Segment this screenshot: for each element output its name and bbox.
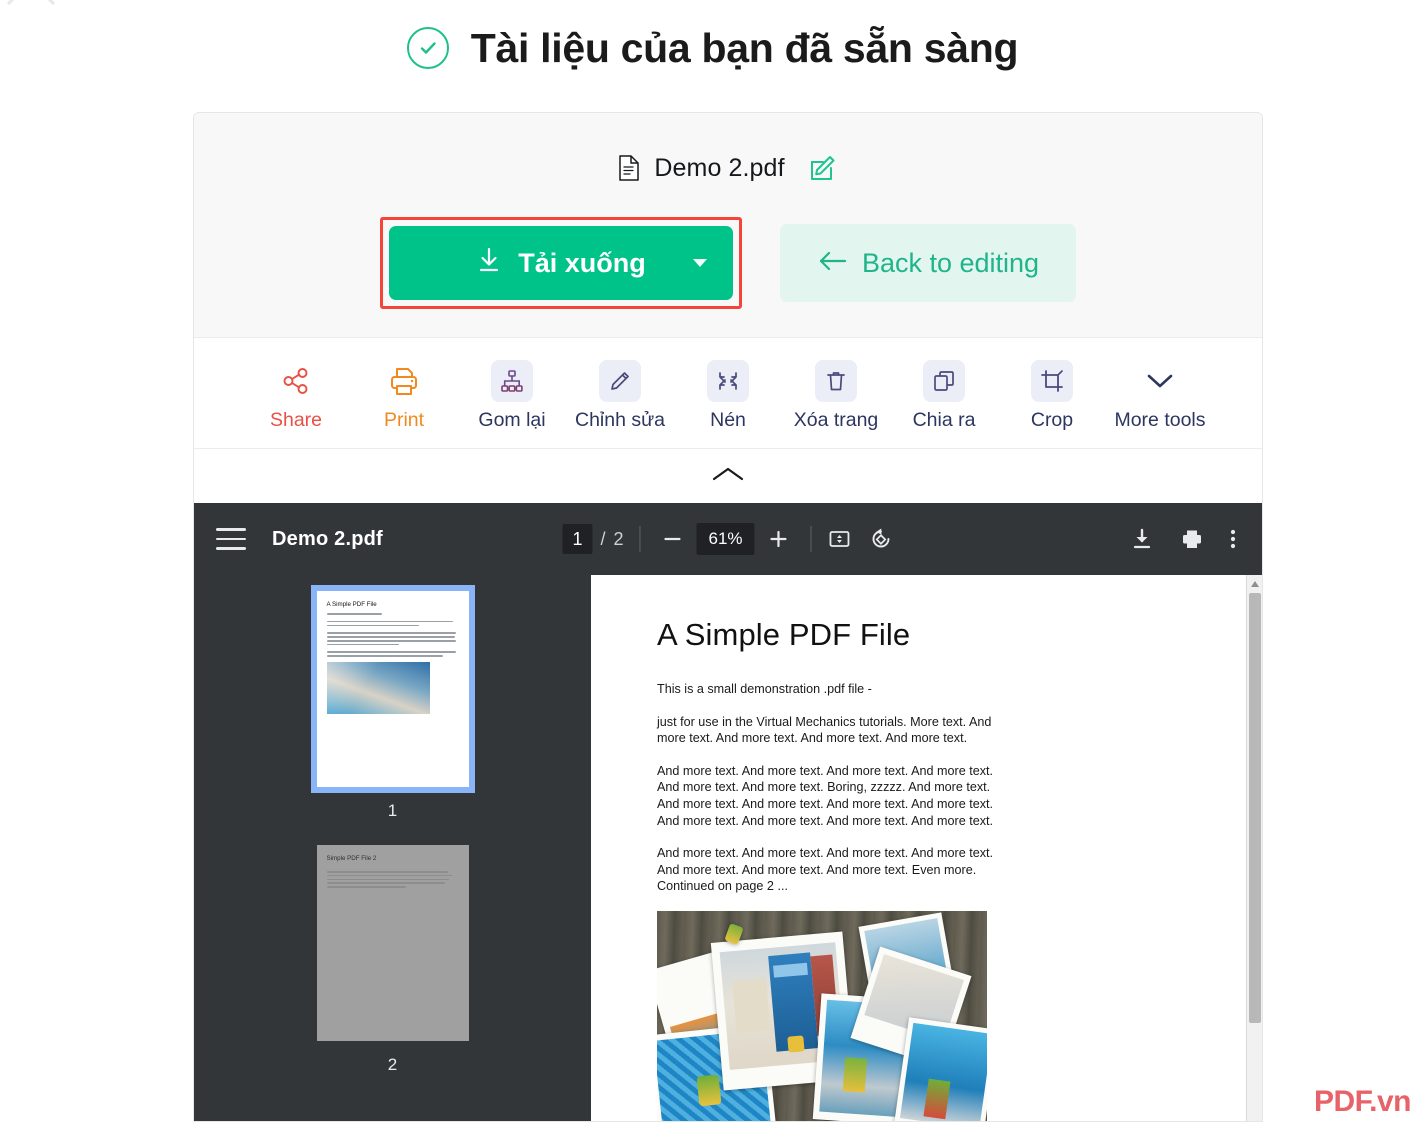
tool-label: Print — [383, 409, 425, 431]
thumbnail-title: A Simple PDF File — [326, 601, 377, 608]
thumbnail-pane[interactable]: A Simple PDF File 1 Simple PDF File 2 2 — [194, 575, 591, 1121]
watermark: PDF.vn — [1313, 1085, 1412, 1118]
pdf-paragraph: This is a small demonstration .pdf file … — [657, 682, 872, 696]
chevron-up-icon — [711, 465, 745, 488]
download-arrow-icon — [476, 246, 502, 281]
collapse-toggle[interactable] — [194, 449, 1262, 503]
more-vertical-icon[interactable] — [1230, 527, 1236, 551]
page-number-input[interactable]: 1 — [562, 524, 593, 554]
pdf-paragraph: just for use in the Virtual Mechanics tu… — [657, 714, 992, 746]
check-circle-icon — [406, 27, 449, 69]
toolbar-divider — [810, 526, 812, 552]
tool-crop[interactable]: Crop — [998, 356, 1106, 432]
zoom-in-button[interactable] — [763, 523, 795, 555]
tool-label: Xóa trang — [793, 409, 879, 431]
tool-more-tools[interactable]: More tools — [1106, 356, 1214, 432]
thumbnail-photo — [326, 661, 430, 714]
pdf-page-1: A Simple PDF File This is a small demons… — [591, 575, 1262, 1121]
compress-icon — [707, 360, 749, 402]
tool-label: More tools — [1114, 409, 1206, 431]
zoom-level-input[interactable]: 61% — [696, 523, 755, 555]
app-root: Tài liệu của bạn đã sẵn sàng Demo 2.pdf — [0, 0, 1425, 1141]
card-top-section: Demo 2.pdf Tải xuống Back to editing — [194, 113, 1262, 338]
filename-row: Demo 2.pdf — [194, 153, 1262, 183]
page-header: Tài liệu của bạn đã sẵn sàng — [0, 0, 1425, 96]
fit-page-icon[interactable] — [828, 527, 852, 551]
pdf-viewer-toolbar: Demo 2.pdf 1 / 2 61% — [194, 503, 1262, 575]
page-separator: / — [600, 528, 606, 549]
merge-hierarchy-icon — [491, 360, 533, 402]
tool-label: Crop — [1030, 409, 1074, 431]
primary-actions-row: Tải xuống Back to editing — [194, 217, 1262, 309]
tool-label: Gom lại — [478, 409, 546, 431]
chevron-down-icon[interactable] — [693, 259, 707, 267]
rotate-icon[interactable] — [870, 527, 894, 551]
pdf-heading: A Simple PDF File — [657, 617, 911, 652]
pdf-filename: Demo 2.pdf — [272, 527, 383, 550]
zoom-out-button[interactable] — [657, 523, 689, 555]
tool-label: Nén — [710, 409, 746, 431]
download-button[interactable]: Tải xuống — [389, 226, 733, 300]
tool-compress[interactable]: Nén — [674, 356, 782, 432]
document-scrollbar[interactable] — [1246, 575, 1262, 1121]
tool-print[interactable]: Print — [350, 356, 458, 432]
back-to-editing-button[interactable]: Back to editing — [780, 224, 1076, 302]
scroll-up-arrow-icon[interactable] — [1247, 575, 1262, 592]
pencil-icon — [599, 360, 641, 402]
back-to-editing-label: Back to editing — [861, 247, 1040, 278]
print-icon[interactable] — [1180, 527, 1204, 551]
pdf-viewer-body: A Simple PDF File 1 Simple PDF File 2 2 … — [194, 575, 1262, 1121]
pdf-viewer: Demo 2.pdf 1 / 2 61% A Simple PDF File 1… — [194, 503, 1262, 1121]
tool-merge[interactable]: Gom lại — [458, 356, 566, 432]
hamburger-menu-icon[interactable] — [216, 528, 246, 550]
share-nodes-icon — [275, 360, 317, 402]
pdf-paragraph: And more text. And more text. And more t… — [657, 763, 993, 828]
download-icon[interactable] — [1130, 527, 1154, 551]
trash-icon — [815, 360, 857, 402]
download-button-label: Tải xuống — [518, 247, 646, 278]
thumbnail-number: 1 — [387, 801, 398, 820]
thumbnail-page-2[interactable]: Simple PDF File 2 — [316, 845, 469, 1041]
crop-icon — [1031, 360, 1073, 402]
tool-label: Share — [269, 409, 323, 431]
pdf-photo-collage — [657, 911, 987, 1121]
arrow-left-icon — [817, 248, 847, 279]
tool-delete-page[interactable]: Xóa trang — [782, 356, 890, 432]
pdf-viewer-right-controls — [1130, 527, 1236, 551]
tools-row: Share Print Gom lại Chỉnh sửa Nén Xóa tr… — [194, 338, 1262, 449]
thumbnail-number: 2 — [387, 1055, 398, 1074]
result-card: Demo 2.pdf Tải xuống Back to editing Sha… — [193, 112, 1263, 1122]
tool-share[interactable]: Share — [242, 356, 350, 432]
thumbnail-title: Simple PDF File 2 — [326, 855, 377, 862]
edit-pencil-icon[interactable] — [808, 153, 838, 183]
printer-icon — [383, 360, 425, 402]
scrollbar-thumb[interactable] — [1249, 593, 1261, 1023]
tool-label: Chia ra — [912, 409, 976, 431]
toolbar-divider — [639, 526, 641, 552]
chevron-down-icon — [1139, 360, 1181, 402]
pdf-viewer-center-controls: 1 / 2 61% — [562, 523, 893, 555]
document-pane[interactable]: A Simple PDF File This is a small demons… — [591, 575, 1262, 1121]
pdf-paragraph: And more text. And more text. And more t… — [657, 846, 993, 894]
filename-text: Demo 2.pdf — [654, 153, 785, 182]
split-copy-icon — [923, 360, 965, 402]
page-total: 2 — [613, 528, 624, 549]
document-icon — [618, 155, 640, 181]
page-title: Tài liệu của bạn đã sẵn sàng — [470, 24, 1019, 71]
tool-label: Chỉnh sửa — [574, 409, 666, 431]
tool-edit[interactable]: Chỉnh sửa — [566, 356, 674, 432]
download-highlight-box: Tải xuống — [380, 217, 742, 309]
thumbnail-page-1[interactable]: A Simple PDF File — [310, 585, 475, 793]
tool-split[interactable]: Chia ra — [890, 356, 998, 432]
